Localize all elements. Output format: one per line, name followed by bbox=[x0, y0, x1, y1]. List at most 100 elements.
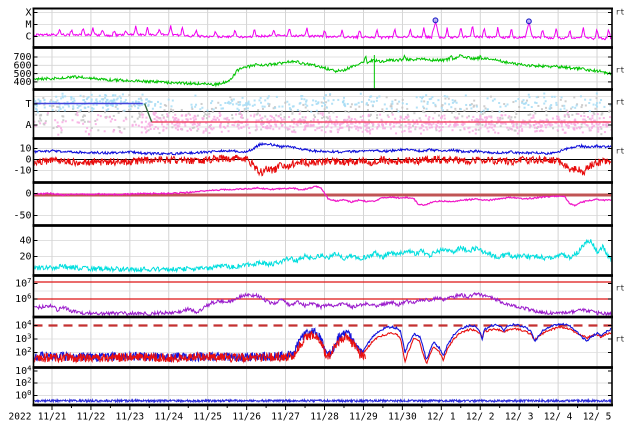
toward-dots-dot bbox=[296, 108, 299, 111]
toward-dots-dot bbox=[504, 105, 507, 108]
away-dots-dot bbox=[146, 130, 149, 133]
gray-dots-dot bbox=[161, 114, 164, 117]
toward-dots-dot bbox=[469, 103, 472, 106]
toward-dots-dot bbox=[486, 97, 489, 100]
away-dots-dot bbox=[441, 126, 444, 129]
toward-dots-dot bbox=[124, 98, 127, 101]
away-dots-dot bbox=[166, 113, 169, 116]
gray-dots-dot bbox=[559, 98, 562, 101]
away-dots-dot bbox=[408, 125, 411, 128]
gray-dots-dot bbox=[112, 114, 115, 117]
away-dots-dot bbox=[560, 125, 563, 128]
away-dots-dot bbox=[512, 123, 515, 126]
toward-dots-dot bbox=[322, 102, 325, 105]
away-dots-dot bbox=[312, 118, 315, 121]
gray-dots-dot bbox=[39, 117, 42, 120]
toward-dots-dot bbox=[584, 98, 587, 101]
gray-dots-dot bbox=[196, 114, 199, 117]
toward-dots-dot bbox=[459, 108, 462, 111]
away-dots-dot bbox=[175, 116, 178, 119]
away-dots-dot bbox=[445, 122, 448, 125]
toward-dots-dot bbox=[371, 104, 374, 107]
toward-dots-dot bbox=[437, 99, 440, 102]
away-dots-dot bbox=[350, 126, 353, 129]
gray-dots-dot bbox=[441, 104, 444, 107]
away-dots-dot bbox=[96, 118, 99, 121]
away-dots-dot bbox=[477, 119, 480, 122]
away-dots-dot bbox=[176, 124, 179, 127]
away-dots-dot bbox=[350, 117, 353, 120]
away-dots-dot bbox=[353, 118, 356, 121]
toward-dots-dot bbox=[232, 98, 235, 101]
gray-dots-dot bbox=[196, 129, 199, 132]
away-dots-dot bbox=[475, 118, 478, 121]
gray-dots-dot bbox=[205, 117, 208, 120]
away-dots-dot bbox=[155, 115, 158, 118]
away-dots-dot bbox=[224, 126, 227, 129]
toward-dots-dot bbox=[588, 110, 591, 113]
away-dots-dot bbox=[491, 123, 494, 126]
y-axis-label: M bbox=[25, 20, 31, 31]
date-label: 11/23 bbox=[116, 412, 145, 423]
gray-dots-dot bbox=[321, 117, 324, 120]
away-dots-dot bbox=[319, 126, 322, 129]
away-dots-dot bbox=[99, 115, 102, 118]
toward-dots-dot bbox=[79, 94, 82, 97]
toward-dots-dot bbox=[49, 100, 52, 103]
gray-dots-dot bbox=[401, 98, 404, 101]
away-dots-dot bbox=[366, 129, 369, 132]
away-dots-dot bbox=[89, 129, 92, 132]
y-axis-label: 102 bbox=[15, 376, 31, 390]
toward-dots-dot bbox=[159, 102, 162, 105]
away-dots-dot bbox=[281, 123, 284, 126]
gray-dots-dot bbox=[510, 116, 513, 119]
away-dots-dot bbox=[144, 120, 147, 123]
away-dots-dot bbox=[563, 114, 566, 117]
away-dots-dot bbox=[177, 118, 180, 121]
away-dots-dot bbox=[488, 115, 491, 118]
toward-dots-dot bbox=[549, 105, 552, 108]
chart-figure: X M Crt 700 600 500 400 rt T Art 10 0 -10 rt 0 -50 40 20 1… bbox=[0, 0, 634, 424]
away-dots-dot bbox=[425, 126, 428, 129]
toward-dots-dot bbox=[390, 107, 393, 110]
gray-dots-dot bbox=[268, 105, 271, 108]
toward-dots-dot bbox=[194, 105, 197, 108]
away-dots-dot bbox=[58, 125, 61, 128]
away-dots-dot bbox=[598, 117, 601, 120]
toward-dots-dot bbox=[434, 103, 437, 106]
away-dots-dot bbox=[304, 125, 307, 128]
toward-dots-dot bbox=[190, 106, 193, 109]
gray-dots-dot bbox=[37, 120, 40, 123]
away-dots-dot bbox=[428, 126, 431, 129]
date-label: 11/29 bbox=[349, 412, 378, 423]
away-dots-dot bbox=[289, 125, 292, 128]
away-dots-dot bbox=[556, 115, 559, 118]
away-dots-dot bbox=[330, 126, 333, 129]
away-dots-dot bbox=[57, 133, 60, 136]
toward-dots-dot bbox=[199, 108, 202, 111]
away-dots-dot bbox=[365, 127, 368, 130]
away-dots-dot bbox=[583, 115, 586, 118]
toward-dots-dot bbox=[167, 98, 170, 101]
toward-dots-dot bbox=[246, 102, 249, 105]
away-dots-dot bbox=[418, 127, 421, 130]
away-dots-dot bbox=[179, 128, 182, 131]
away-dots-dot bbox=[575, 127, 578, 130]
away-dots-dot bbox=[383, 127, 386, 130]
away-dots-dot bbox=[438, 130, 441, 133]
toward-dots-dot bbox=[415, 96, 418, 99]
away-dots-dot bbox=[573, 119, 576, 122]
y-axis-label: C bbox=[25, 32, 31, 43]
away-dots-dot bbox=[215, 118, 218, 121]
away-dots-dot bbox=[425, 122, 428, 125]
toward-dots-dot bbox=[82, 99, 85, 102]
away-dots-dot bbox=[588, 127, 591, 130]
away-dots-dot bbox=[336, 131, 339, 134]
toward-dots-dot bbox=[342, 96, 345, 99]
toward-dots-dot bbox=[109, 99, 112, 102]
toward-dots-dot bbox=[154, 103, 157, 106]
toward-dots-dot bbox=[323, 97, 326, 100]
date-label: 11/30 bbox=[388, 412, 417, 423]
y-axis-label: -10 bbox=[13, 166, 31, 177]
toward-dots-dot bbox=[415, 106, 418, 109]
